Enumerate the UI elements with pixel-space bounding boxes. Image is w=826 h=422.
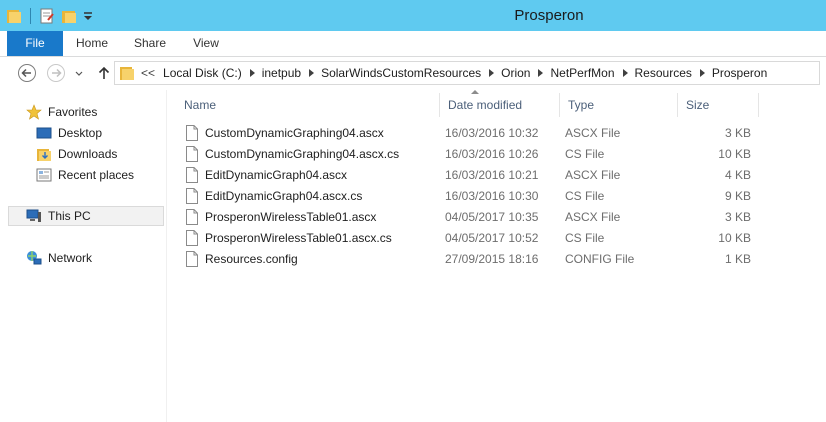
file-date-modified: 04/05/2017 10:35 bbox=[445, 210, 539, 224]
file-type: CS File bbox=[565, 189, 605, 203]
file-size: 4 KB bbox=[724, 168, 751, 182]
back-arrow-icon bbox=[18, 64, 36, 82]
up-arrow-icon bbox=[98, 66, 110, 79]
file-size: 10 KB bbox=[718, 231, 751, 245]
file-size: 10 KB bbox=[718, 147, 751, 161]
document-icon bbox=[186, 209, 198, 225]
chevron-down-icon bbox=[75, 71, 83, 76]
address-bar[interactable]: << Local Disk (C:) inetpub SolarWindsCus… bbox=[114, 61, 820, 85]
file-row[interactable]: ProsperonWirelessTable01.ascx 04/05/2017 … bbox=[167, 207, 826, 228]
tab-share[interactable]: Share bbox=[129, 31, 171, 56]
title-bar: Prosperon bbox=[0, 0, 826, 31]
tab-file[interactable]: File bbox=[7, 31, 63, 56]
network-icon bbox=[26, 250, 42, 266]
nav-item-downloads[interactable]: Downloads bbox=[36, 144, 117, 164]
breadcrumb-orion[interactable]: Orion bbox=[501, 66, 530, 80]
breadcrumb-overflow[interactable]: << bbox=[141, 66, 155, 80]
file-name: EditDynamicGraph04.ascx bbox=[205, 168, 348, 182]
nav-item-this-pc[interactable]: This PC bbox=[8, 206, 164, 226]
file-name: CustomDynamicGraphing04.ascx bbox=[205, 126, 384, 140]
navigation-pane: Favorites Desktop Downloads Recent place… bbox=[0, 90, 166, 422]
file-name: EditDynamicGraph04.ascx.cs bbox=[205, 189, 363, 203]
nav-item-label: Recent places bbox=[58, 168, 135, 182]
recent-places-icon bbox=[36, 167, 52, 183]
chevron-right-icon[interactable] bbox=[309, 69, 315, 77]
nav-item-desktop[interactable]: Desktop bbox=[36, 123, 102, 143]
document-icon bbox=[186, 230, 198, 246]
desktop-icon bbox=[36, 125, 52, 141]
column-header-name[interactable]: Name bbox=[176, 93, 440, 117]
folder-icon bbox=[119, 65, 135, 81]
file-row[interactable]: ProsperonWirelessTable01.ascx.cs 04/05/20… bbox=[167, 228, 826, 249]
file-date-modified: 27/09/2015 18:16 bbox=[445, 252, 539, 266]
nav-item-label: Downloads bbox=[58, 147, 118, 161]
column-header-type[interactable]: Type bbox=[560, 93, 678, 117]
chevron-right-icon[interactable] bbox=[538, 69, 544, 77]
tab-view[interactable]: View bbox=[187, 31, 225, 56]
file-row[interactable]: Resources.config 27/09/2015 18:16 CONFIG F… bbox=[167, 249, 826, 270]
ribbon-tabs: File Home Share View bbox=[0, 31, 826, 57]
back-button[interactable] bbox=[17, 63, 37, 83]
file-row[interactable]: EditDynamicGraph04.ascx.cs 16/03/2016 10:… bbox=[167, 186, 826, 207]
file-row[interactable]: CustomDynamicGraphing04.ascx.cs 16/03/201… bbox=[167, 144, 826, 165]
nav-item-label: Favorites bbox=[48, 105, 98, 119]
chevron-right-icon[interactable] bbox=[489, 69, 495, 77]
forward-button[interactable] bbox=[46, 63, 66, 83]
navigation-bar: << Local Disk (C:) inetpub SolarWindsCus… bbox=[0, 57, 826, 90]
document-icon bbox=[186, 251, 198, 267]
file-date-modified: 04/05/2017 10:52 bbox=[445, 231, 539, 245]
up-button[interactable] bbox=[94, 63, 114, 83]
window-title: Prosperon bbox=[514, 7, 584, 24]
file-name: Resources.config bbox=[205, 252, 298, 266]
file-date-modified: 16/03/2016 10:30 bbox=[445, 189, 539, 203]
file-name: ProsperonWirelessTable01.ascx.cs bbox=[205, 231, 392, 245]
breadcrumb-resources[interactable]: Resources bbox=[635, 66, 692, 80]
tab-home[interactable]: Home bbox=[70, 31, 114, 56]
file-size: 1 KB bbox=[724, 252, 751, 266]
file-date-modified: 16/03/2016 10:26 bbox=[445, 147, 539, 161]
nav-item-label: Desktop bbox=[58, 126, 103, 140]
file-date-modified: 16/03/2016 10:21 bbox=[445, 168, 539, 182]
column-header-date[interactable]: Date modified bbox=[440, 93, 560, 117]
chevron-right-icon[interactable] bbox=[699, 69, 705, 77]
downloads-icon bbox=[36, 146, 52, 162]
nav-item-label: Network bbox=[48, 251, 93, 265]
recent-locations-button[interactable] bbox=[74, 68, 84, 78]
file-date-modified: 16/03/2016 10:32 bbox=[445, 126, 539, 140]
file-size: 3 KB bbox=[724, 210, 751, 224]
file-type: CS File bbox=[565, 231, 605, 245]
chevron-right-icon[interactable] bbox=[622, 69, 628, 77]
file-type: ASCX File bbox=[565, 126, 621, 140]
document-icon bbox=[186, 125, 198, 141]
nav-item-favorites[interactable]: Favorites bbox=[26, 102, 97, 122]
file-name: CustomDynamicGraphing04.ascx.cs bbox=[205, 147, 400, 161]
file-type: CONFIG File bbox=[565, 252, 635, 266]
file-type: ASCX File bbox=[565, 210, 621, 224]
column-header-size[interactable]: Size bbox=[678, 93, 759, 117]
breadcrumb-netperfmon[interactable]: NetPerfMon bbox=[550, 66, 614, 80]
file-size: 9 KB bbox=[724, 189, 751, 203]
file-type: CS File bbox=[565, 147, 605, 161]
breadcrumb-inetpub[interactable]: inetpub bbox=[262, 66, 301, 80]
file-type: ASCX File bbox=[565, 168, 621, 182]
document-icon bbox=[186, 188, 198, 204]
breadcrumb-local-disk[interactable]: Local Disk (C:) bbox=[163, 66, 242, 80]
file-size: 3 KB bbox=[724, 126, 751, 140]
breadcrumb-prosperon[interactable]: Prosperon bbox=[712, 66, 767, 80]
forward-arrow-icon bbox=[47, 64, 65, 82]
document-icon bbox=[186, 146, 198, 162]
document-icon bbox=[186, 167, 198, 183]
file-list: Name Date modified Type Size CustomDynam… bbox=[167, 90, 826, 422]
star-icon bbox=[26, 104, 42, 120]
nav-item-network[interactable]: Network bbox=[26, 248, 92, 268]
breadcrumb-solarwinds[interactable]: SolarWindsCustomResources bbox=[321, 66, 481, 80]
file-name: ProsperonWirelessTable01.ascx bbox=[205, 210, 377, 224]
nav-item-label: This PC bbox=[48, 209, 91, 223]
file-row[interactable]: EditDynamicGraph04.ascx 16/03/2016 10:21 A… bbox=[167, 165, 826, 186]
file-row[interactable]: CustomDynamicGraphing04.ascx 16/03/2016 1… bbox=[167, 123, 826, 144]
computer-icon bbox=[26, 208, 42, 224]
chevron-right-icon[interactable] bbox=[249, 69, 255, 77]
nav-item-recent-places[interactable]: Recent places bbox=[36, 165, 134, 185]
